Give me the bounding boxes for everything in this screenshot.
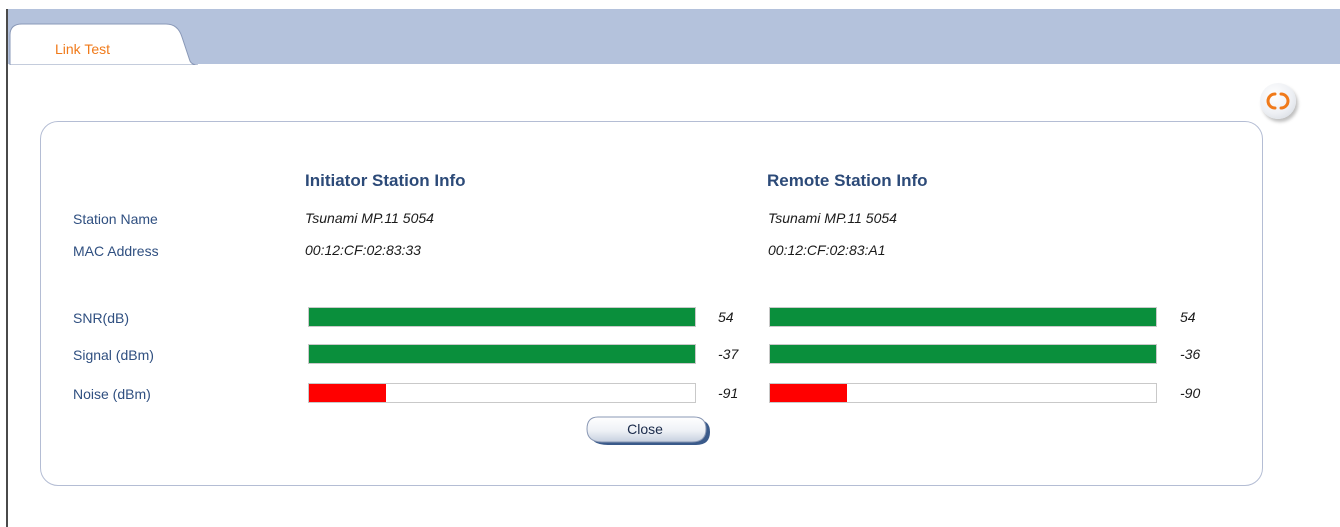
remote-noise-value: -90 — [1180, 385, 1201, 401]
remote-noise-bar — [769, 383, 1157, 403]
remote-heading: Remote Station Info — [767, 171, 928, 190]
remote-station-name: Tsunami MP.11 5054 — [768, 210, 897, 226]
snr-label: SNR(dB) — [73, 310, 130, 326]
initiator-snr-value: 54 — [718, 309, 734, 325]
close-button[interactable]: Close — [586, 416, 712, 446]
remote-snr-value: 54 — [1180, 309, 1196, 325]
initiator-station-name: Tsunami MP.11 5054 — [305, 210, 434, 226]
refresh-icon — [1266, 92, 1290, 110]
initiator-heading: Initiator Station Info — [305, 171, 466, 190]
remote-snr-fill — [770, 308, 1156, 326]
tab-strip — [8, 9, 1340, 64]
remote-noise-fill — [770, 384, 848, 402]
initiator-signal-bar — [308, 344, 696, 364]
station-name-label: Station Name — [73, 211, 158, 227]
mac-address-label: MAC Address — [73, 243, 159, 259]
initiator-mac-address: 00:12:CF:02:83:33 — [305, 242, 421, 258]
refresh-button[interactable] — [1260, 83, 1296, 119]
initiator-noise-fill — [309, 384, 387, 402]
initiator-noise-value: -91 — [718, 385, 739, 401]
remote-snr-bar — [769, 307, 1157, 327]
tab-label: Link Test — [55, 41, 110, 57]
initiator-signal-fill — [309, 345, 695, 363]
initiator-snr-bar — [308, 307, 696, 327]
initiator-snr-fill — [309, 308, 695, 326]
initiator-noise-bar — [308, 383, 696, 403]
remote-signal-fill — [770, 345, 1156, 363]
remote-mac-address: 00:12:CF:02:83:A1 — [768, 242, 886, 258]
signal-label: Signal (dBm) — [73, 347, 154, 363]
close-button-label: Close — [627, 421, 663, 437]
remote-signal-bar — [769, 344, 1157, 364]
noise-label: Noise (dBm) — [73, 386, 151, 402]
remote-signal-value: -36 — [1180, 346, 1201, 362]
initiator-signal-value: -37 — [718, 346, 739, 362]
